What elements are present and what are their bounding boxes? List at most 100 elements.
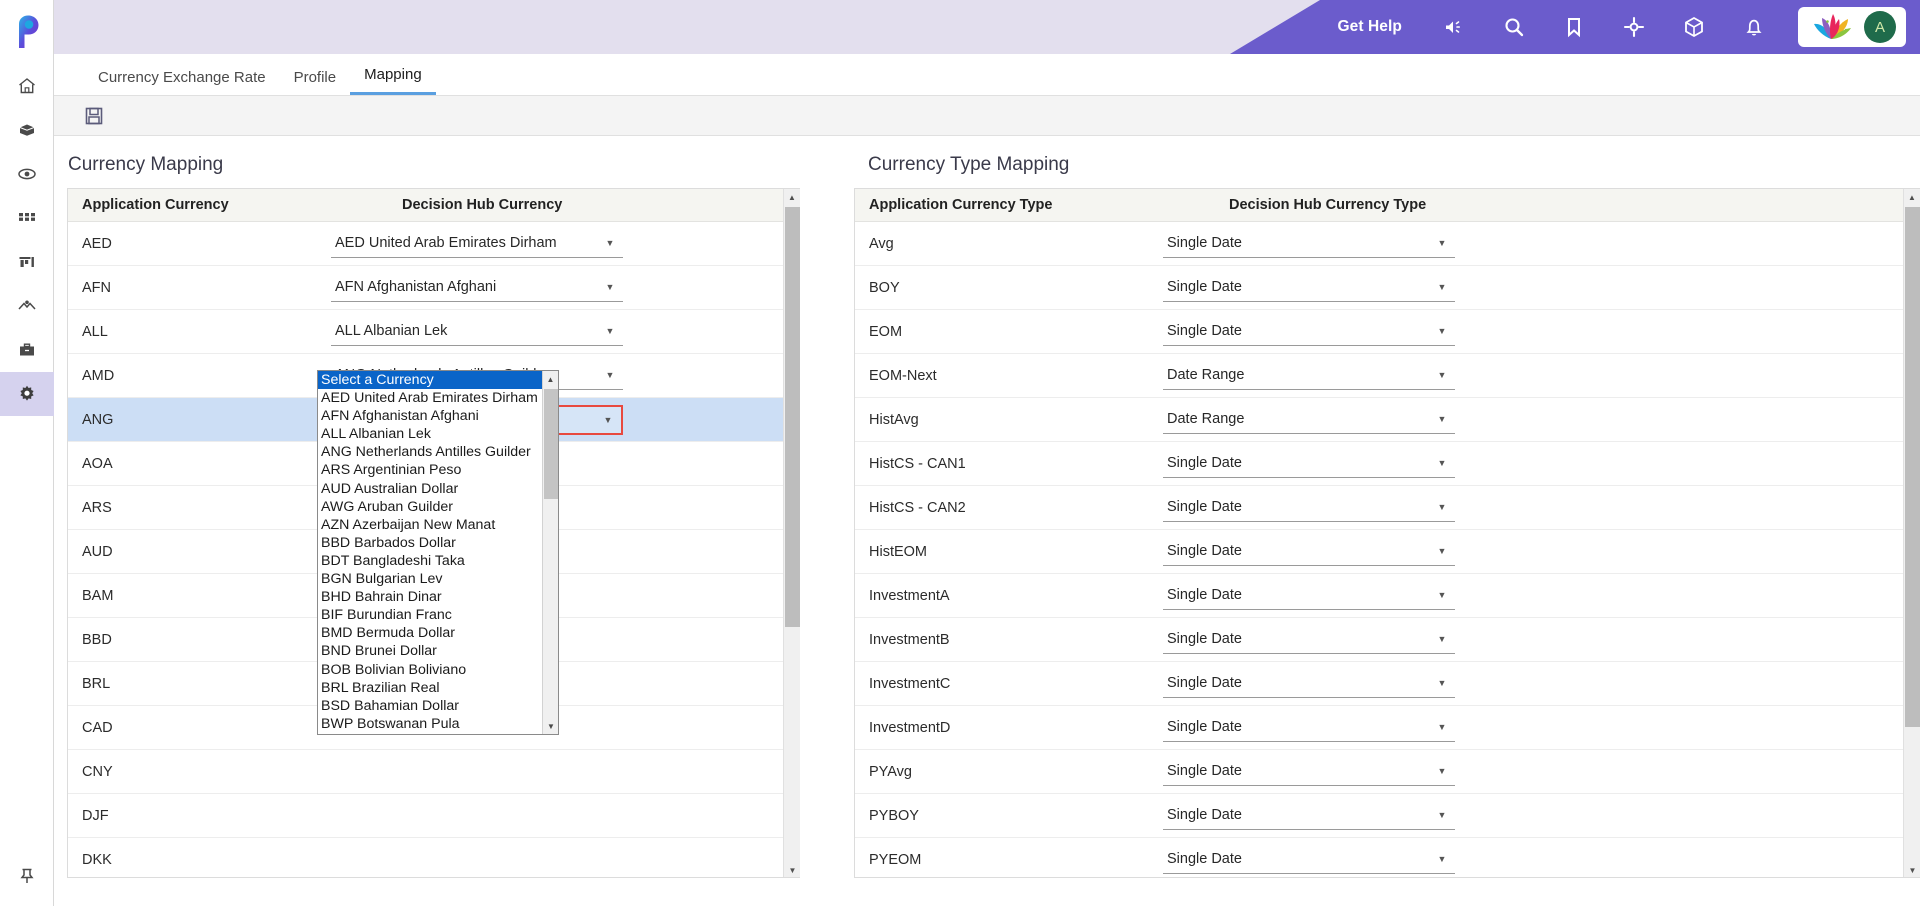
- table-row[interactable]: CNY: [68, 750, 800, 794]
- sidebar-item-apps[interactable]: [0, 196, 54, 240]
- chevron-down-icon[interactable]: ▼: [1433, 414, 1451, 424]
- bell-icon[interactable]: [1724, 0, 1784, 54]
- dropdown-scrollbar[interactable]: ▲ ▼: [542, 371, 558, 734]
- dropdown-option[interactable]: BWP Botswanan Pula: [318, 715, 544, 733]
- currency-select[interactable]: ALL Albanian Lek ▼: [331, 318, 623, 346]
- table-row[interactable]: ALL ALL Albanian Lek ▼: [68, 310, 800, 354]
- sidebar-item-package[interactable]: [0, 108, 54, 152]
- currency-select[interactable]: AFN Afghanistan Afghani ▼: [331, 274, 623, 302]
- sidebar-item-home[interactable]: [0, 64, 54, 108]
- currency-type-select[interactable]: Single Date ▼: [1163, 538, 1455, 566]
- currency-type-select[interactable]: Date Range ▼: [1163, 362, 1455, 390]
- chevron-down-icon[interactable]: ▼: [601, 282, 619, 292]
- currency-type-select[interactable]: Single Date ▼: [1163, 274, 1455, 302]
- table-row[interactable]: BOY Single Date ▼: [855, 266, 1920, 310]
- table-row[interactable]: HistCS - CAN2 Single Date ▼: [855, 486, 1920, 530]
- sidebar-item-visibility[interactable]: [0, 152, 54, 196]
- avatar[interactable]: A: [1864, 11, 1896, 43]
- dropdown-option[interactable]: BMD Bermuda Dollar: [318, 624, 544, 642]
- chevron-down-icon[interactable]: ▼: [1433, 458, 1451, 468]
- dropdown-option[interactable]: BSD Bahamian Dollar: [318, 697, 544, 715]
- table-row[interactable]: HistEOM Single Date ▼: [855, 530, 1920, 574]
- currency-type-select[interactable]: Single Date ▼: [1163, 758, 1455, 786]
- currency-type-select[interactable]: Single Date ▼: [1163, 802, 1455, 830]
- dropdown-option[interactable]: ARS Argentinian Peso: [318, 461, 544, 479]
- chevron-down-icon[interactable]: ▼: [1433, 326, 1451, 336]
- dropdown-option[interactable]: BIF Burundian Franc: [318, 606, 544, 624]
- cube-icon[interactable]: [1664, 0, 1724, 54]
- sidebar-item-settings[interactable]: [0, 372, 54, 416]
- scroll-thumb[interactable]: [785, 207, 800, 627]
- profile-chip[interactable]: A: [1798, 7, 1906, 47]
- dropdown-option[interactable]: BND Brunei Dollar: [318, 642, 544, 660]
- chevron-down-icon[interactable]: ▼: [601, 238, 619, 248]
- currency-type-select[interactable]: Date Range ▼: [1163, 406, 1455, 434]
- dropdown-option[interactable]: AED United Arab Emirates Dirham: [318, 389, 544, 407]
- left-grid-scrollbar[interactable]: ▲ ▼: [783, 189, 800, 877]
- dropdown-option[interactable]: BGN Bulgarian Lev: [318, 570, 544, 588]
- currency-type-select[interactable]: Single Date ▼: [1163, 494, 1455, 522]
- dropdown-option[interactable]: AFN Afghanistan Afghani: [318, 407, 544, 425]
- get-help-button[interactable]: Get Help: [1315, 18, 1424, 36]
- chevron-down-icon[interactable]: ▼: [1433, 502, 1451, 512]
- scroll-thumb-right[interactable]: [1905, 207, 1920, 727]
- dropdown-scroll-thumb[interactable]: [544, 389, 558, 499]
- table-row[interactable]: Avg Single Date ▼: [855, 222, 1920, 266]
- currency-type-select[interactable]: Single Date ▼: [1163, 450, 1455, 478]
- table-row[interactable]: AED AED United Arab Emirates Dirham ▼: [68, 222, 800, 266]
- currency-type-select[interactable]: Single Date ▼: [1163, 626, 1455, 654]
- app-logo[interactable]: [0, 0, 53, 64]
- currency-type-select[interactable]: Single Date ▼: [1163, 230, 1455, 258]
- table-row[interactable]: InvestmentD Single Date ▼: [855, 706, 1920, 750]
- chevron-down-icon[interactable]: ▼: [1433, 590, 1451, 600]
- scroll-down-arrow-right[interactable]: ▼: [1904, 862, 1920, 877]
- tab-profile[interactable]: Profile: [280, 69, 351, 95]
- chevron-down-icon[interactable]: ▼: [1433, 854, 1451, 864]
- sidebar-item-cases[interactable]: [0, 328, 54, 372]
- dropdown-option[interactable]: AUD Australian Dollar: [318, 480, 544, 498]
- target-icon[interactable]: [1604, 0, 1664, 54]
- chevron-down-icon[interactable]: ▼: [1433, 370, 1451, 380]
- table-row[interactable]: HistCS - CAN1 Single Date ▼: [855, 442, 1920, 486]
- currency-type-select[interactable]: Single Date ▼: [1163, 714, 1455, 742]
- pin-rail-button[interactable]: [0, 846, 53, 906]
- scroll-up-arrow-right[interactable]: ▲: [1904, 189, 1920, 206]
- dropdown-option[interactable]: BRL Brazilian Real: [318, 679, 544, 697]
- table-row[interactable]: InvestmentA Single Date ▼: [855, 574, 1920, 618]
- search-icon[interactable]: [1484, 0, 1544, 54]
- table-row[interactable]: PYAvg Single Date ▼: [855, 750, 1920, 794]
- chevron-down-icon[interactable]: ▼: [1433, 634, 1451, 644]
- dropdown-option[interactable]: BBD Barbados Dollar: [318, 534, 544, 552]
- sidebar-item-pipeline[interactable]: [0, 284, 54, 328]
- chevron-down-icon[interactable]: ▼: [1433, 810, 1451, 820]
- scroll-up-arrow[interactable]: ▲: [784, 189, 800, 206]
- tab-currency-exchange-rate[interactable]: Currency Exchange Rate: [84, 69, 280, 95]
- currency-type-select[interactable]: Single Date ▼: [1163, 670, 1455, 698]
- currency-type-select[interactable]: Single Date ▼: [1163, 318, 1455, 346]
- bookmark-icon[interactable]: [1544, 0, 1604, 54]
- sidebar-item-reports[interactable]: [0, 240, 54, 284]
- save-button[interactable]: [80, 102, 108, 130]
- currency-dropdown-list[interactable]: Select a Currency AED United Arab Emirate…: [317, 370, 559, 735]
- chevron-down-icon[interactable]: ▼: [1433, 766, 1451, 776]
- table-row[interactable]: InvestmentB Single Date ▼: [855, 618, 1920, 662]
- currency-type-select[interactable]: Single Date ▼: [1163, 846, 1455, 874]
- chevron-down-icon[interactable]: ▼: [1433, 546, 1451, 556]
- scroll-down-arrow[interactable]: ▼: [784, 862, 800, 877]
- dropdown-scroll-up[interactable]: ▲: [543, 371, 558, 387]
- table-row[interactable]: EOM Single Date ▼: [855, 310, 1920, 354]
- dropdown-option[interactable]: AZN Azerbaijan New Manat: [318, 516, 544, 534]
- dropdown-option[interactable]: AWG Aruban Guilder: [318, 498, 544, 516]
- dropdown-option[interactable]: BOB Bolivian Boliviano: [318, 661, 544, 679]
- announcement-icon[interactable]: [1424, 0, 1484, 54]
- dropdown-option[interactable]: BHD Bahrain Dinar: [318, 588, 544, 606]
- chevron-down-icon[interactable]: ▼: [1433, 678, 1451, 688]
- chevron-down-icon[interactable]: ▼: [601, 326, 619, 336]
- currency-select[interactable]: AED United Arab Emirates Dirham ▼: [331, 230, 623, 258]
- table-row[interactable]: PYBOY Single Date ▼: [855, 794, 1920, 838]
- table-row[interactable]: AFN AFN Afghanistan Afghani ▼: [68, 266, 800, 310]
- right-grid-scrollbar[interactable]: ▲ ▼: [1903, 189, 1920, 877]
- chevron-down-icon[interactable]: ▼: [1433, 722, 1451, 732]
- dropdown-option[interactable]: BDT Bangladeshi Taka: [318, 552, 544, 570]
- chevron-down-icon[interactable]: ▼: [1433, 282, 1451, 292]
